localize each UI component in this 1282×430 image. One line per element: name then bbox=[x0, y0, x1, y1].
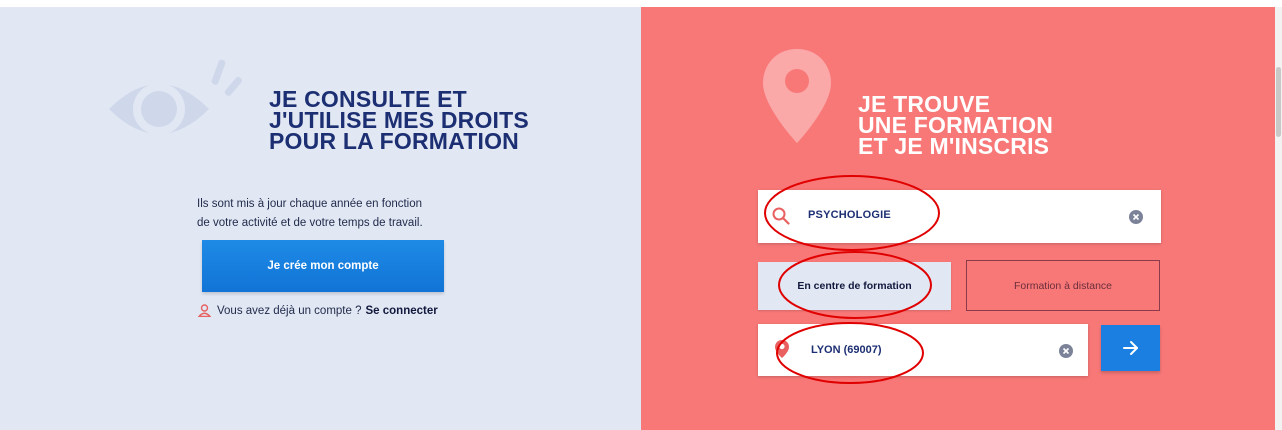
eye-icon bbox=[109, 59, 242, 135]
tab-centre-de-formation[interactable]: En centre de formation bbox=[758, 262, 951, 310]
right-heading-line-3: ET JE M'INSCRIS bbox=[858, 133, 1050, 159]
login-prompt: Vous avez déjà un compte ? Se connecter bbox=[198, 304, 438, 317]
right-panel: JE TROUVE UNE FORMATION ET JE M'INSCRIS … bbox=[641, 7, 1275, 430]
left-heading: JE CONSULTE ET J'UTILISE MES DROITS POUR… bbox=[269, 88, 529, 154]
search-value: PSYCHOLOGIE bbox=[808, 209, 891, 221]
clear-location-icon[interactable] bbox=[1059, 344, 1073, 358]
description-line-1: Ils sont mis à jour chaque année en fonc… bbox=[197, 198, 423, 210]
location-pin-small-icon bbox=[775, 340, 789, 358]
scrollbar-thumb[interactable] bbox=[1276, 67, 1281, 137]
rights-description: Ils sont mis à jour chaque année en fonc… bbox=[197, 195, 477, 233]
arrow-right-icon bbox=[1122, 341, 1138, 355]
tab-formation-a-distance[interactable]: Formation à distance bbox=[966, 260, 1160, 311]
clear-icon[interactable] bbox=[1129, 210, 1143, 224]
left-heading-line-3: POUR LA FORMATION bbox=[269, 128, 519, 154]
login-prompt-text: Vous avez déjà un compte ? bbox=[217, 304, 362, 317]
location-pin-icon bbox=[763, 49, 831, 143]
scrollbar[interactable] bbox=[1275, 7, 1282, 430]
location-value: LYON (69007) bbox=[811, 344, 882, 356]
description-line-2: de votre activité et de votre temps de t… bbox=[197, 217, 423, 229]
left-panel: JE CONSULTE ET J'UTILISE MES DROITS POUR… bbox=[0, 7, 641, 430]
right-heading: JE TROUVE UNE FORMATION ET JE M'INSCRIS bbox=[858, 93, 1053, 159]
search-icon bbox=[772, 207, 790, 225]
training-search-input[interactable]: PSYCHOLOGIE bbox=[758, 190, 1161, 243]
search-submit-button[interactable] bbox=[1101, 325, 1160, 371]
location-input[interactable]: LYON (69007) bbox=[758, 324, 1088, 376]
user-icon bbox=[198, 304, 211, 317]
login-link[interactable]: Se connecter bbox=[366, 305, 438, 317]
create-account-button[interactable]: Je crée mon compte bbox=[202, 240, 444, 292]
